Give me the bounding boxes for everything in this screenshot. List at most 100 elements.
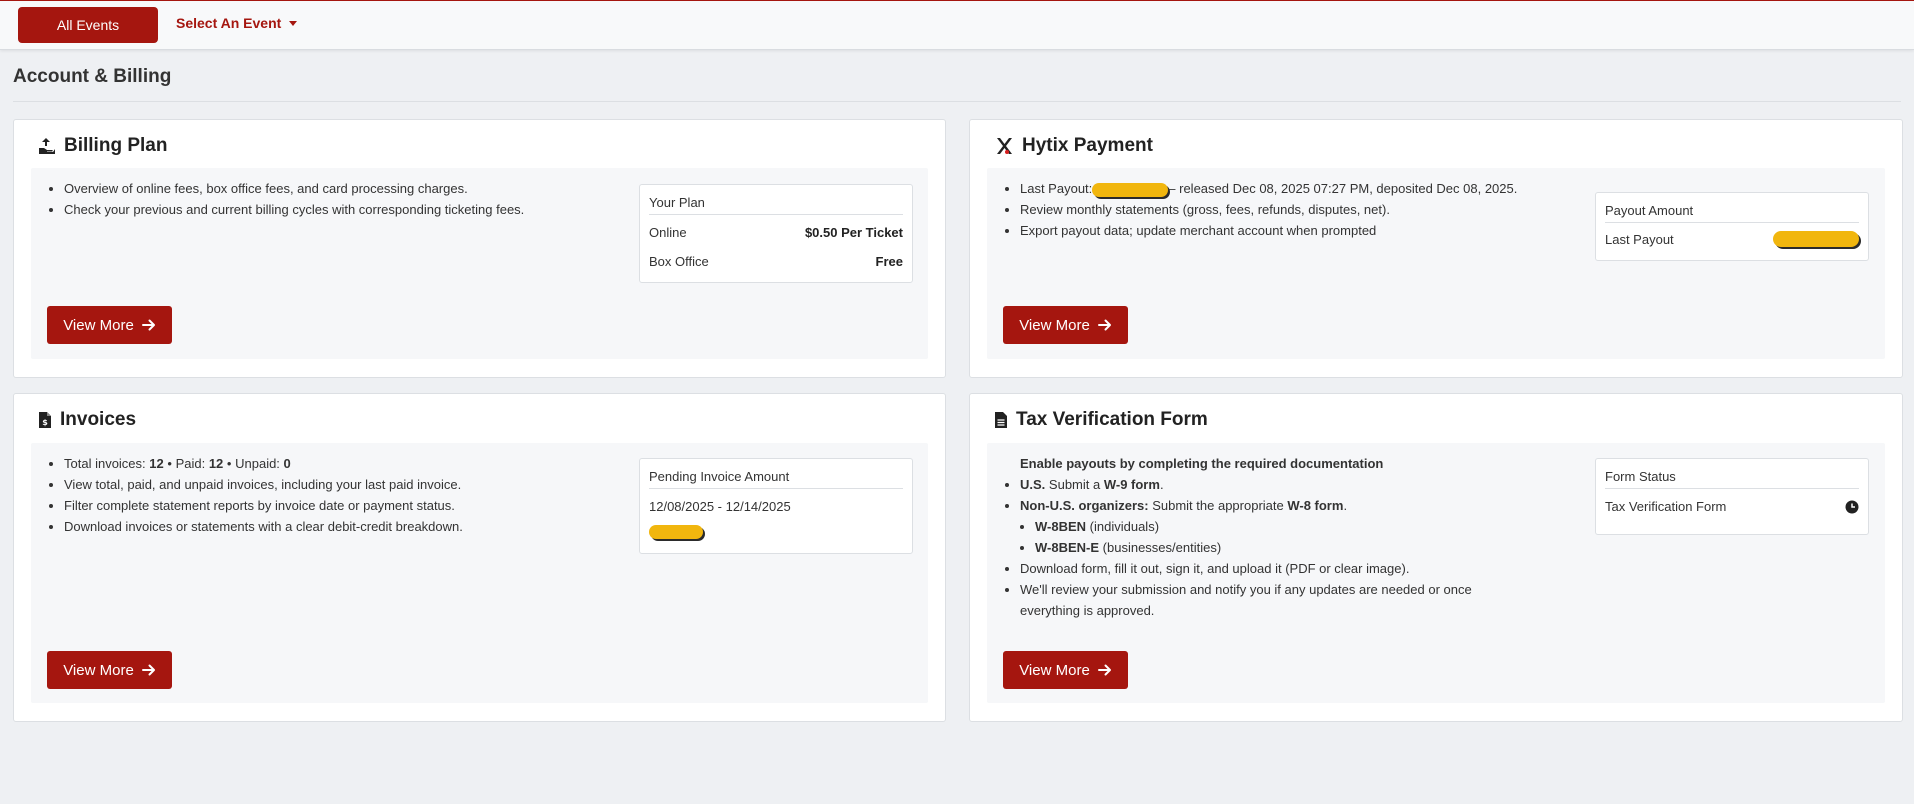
non-us-label: Non-U.S. organizers:: [1020, 498, 1149, 513]
separator: •: [226, 456, 232, 471]
plan-row-label: Online: [649, 225, 687, 240]
page-title: Account & Billing: [13, 66, 172, 87]
paid-value: 12: [208, 456, 224, 471]
button-label: View More: [1019, 316, 1090, 334]
top-navbar: All Events Select An Event: [0, 0, 1914, 50]
list-item: Download invoices or statements with a c…: [64, 516, 463, 537]
document-icon: [995, 412, 1007, 428]
your-plan-title: Your Plan: [649, 195, 903, 215]
form-status-label: Tax Verification Form: [1605, 499, 1727, 514]
us-end: .: [1159, 477, 1164, 492]
list-item-w8ben: W-8BEN (individuals): [1035, 516, 1520, 537]
tax-verification-title: Tax Verification Form: [1016, 409, 1208, 430]
total-invoices-label: Total invoices:: [64, 456, 146, 471]
pending-invoice-date-range: 12/08/2025 - 12/14/2025: [649, 499, 903, 514]
invoices-view-more-button[interactable]: View More: [47, 651, 172, 689]
list-item-totals: Total invoices: 12 • Paid: 12 • Unpaid: …: [64, 453, 463, 474]
list-item-non-us: Non-U.S. organizers: Submit the appropri…: [1020, 495, 1520, 558]
billing-plan-header: Billing Plan: [38, 135, 167, 157]
payout-amount-box: Payout Amount Last Payout: [1595, 192, 1869, 261]
payout-row: Last Payout: [1605, 231, 1859, 247]
invoices-title: Invoices: [60, 409, 137, 430]
list-item: Download form, fill it out, sign it, and…: [1020, 558, 1520, 579]
plan-row-value: $0.50 Per Ticket: [804, 225, 903, 240]
plan-row-online: Online $0.50 Per Ticket: [649, 225, 903, 240]
invoice-dollar-icon: $: [39, 412, 51, 428]
form-status-box: Form Status Tax Verification Form: [1595, 458, 1869, 535]
form-status-row: Tax Verification Form: [1605, 499, 1859, 514]
unpaid-value: 0: [283, 456, 291, 471]
svg-text:$: $: [42, 418, 48, 427]
invoices-header: $ Invoices: [38, 409, 136, 431]
redacted-payout-amount: [1092, 182, 1169, 197]
hytix-payment-title: Hytix Payment: [1022, 135, 1153, 156]
hytix-payment-body: Last Payout: – released Dec 08, 2025 07:2…: [987, 168, 1885, 359]
billing-view-more-button[interactable]: View More: [47, 306, 172, 344]
all-events-button[interactable]: All Events: [18, 7, 158, 43]
select-event-label: Select An Event: [176, 15, 282, 31]
list-item: Overview of online fees, box office fees…: [64, 178, 524, 199]
separator: •: [167, 456, 172, 471]
list-item: Review monthly statements (gross, fees, …: [1020, 199, 1517, 220]
form-code: W-8BEN-E: [1035, 540, 1100, 555]
list-item-last-payout: Last Payout: – released Dec 08, 2025 07:2…: [1020, 178, 1517, 199]
hand-holding-upload-icon: [39, 138, 55, 154]
form-code: W-8BEN: [1035, 519, 1087, 534]
tax-view-more-button[interactable]: View More: [1003, 651, 1128, 689]
button-label: View More: [1019, 661, 1090, 679]
plan-row-box-office: Box Office Free: [649, 254, 903, 269]
clock-icon: [1845, 500, 1859, 513]
select-event-dropdown[interactable]: Select An Event: [176, 15, 298, 31]
us-label: U.S.: [1020, 477, 1046, 492]
plan-row-label: Box Office: [649, 254, 709, 269]
arrow-right-icon: [1097, 664, 1111, 676]
list-item: View total, paid, and unpaid invoices, i…: [64, 474, 463, 495]
us-text: Submit a: [1048, 477, 1101, 492]
tax-verification-body: Enable payouts by completing the require…: [987, 443, 1885, 703]
list-item: Check your previous and current billing …: [64, 199, 524, 220]
non-us-end: .: [1343, 498, 1348, 513]
invoices-info-list: Total invoices: 12 • Paid: 12 • Unpaid: …: [47, 453, 463, 537]
arrow-right-icon: [1097, 319, 1111, 331]
list-item-w8bene: W-8BEN-E (businesses/entities): [1035, 537, 1520, 558]
arrow-right-icon: [141, 319, 155, 331]
list-item: Export payout data; update merchant acco…: [1020, 220, 1517, 241]
non-us-text: Submit the appropriate: [1152, 498, 1284, 513]
unpaid-label: Unpaid:: [235, 456, 280, 471]
date-range: 12/08/2025 - 12/14/2025: [649, 499, 791, 514]
non-us-form: W-8 form: [1287, 498, 1344, 513]
form-desc: (individuals): [1089, 519, 1160, 534]
tax-lead-text: Enable payouts by completing the require…: [1020, 456, 1384, 471]
last-payout-detail: – released Dec 08, 2025 07:27 PM, deposi…: [1168, 181, 1518, 196]
hytix-payment-header: Hytix Payment: [994, 135, 1153, 157]
pending-invoice-title: Pending Invoice Amount: [649, 469, 903, 489]
billing-plan-body: Overview of online fees, box office fees…: [31, 168, 928, 359]
hytix-payment-card: Hytix Payment Last Payout: – released Dec…: [969, 119, 1903, 378]
plan-row-value: Free: [875, 254, 903, 269]
hytix-x-icon: [997, 138, 1012, 154]
button-label: View More: [63, 661, 134, 679]
tax-info-list: Enable payouts by completing the require…: [1003, 453, 1520, 621]
invoices-body: Total invoices: 12 • Paid: 12 • Unpaid: …: [31, 443, 928, 703]
payout-amount-title: Payout Amount: [1605, 203, 1859, 223]
paid-label: Paid:: [175, 456, 206, 471]
payment-view-more-button[interactable]: View More: [1003, 306, 1128, 344]
billing-plan-card: Billing Plan Overview of online fees, bo…: [13, 119, 946, 378]
form-desc: (businesses/entities): [1102, 540, 1222, 555]
total-invoices-value: 12: [149, 456, 164, 471]
caret-down-icon: [289, 20, 298, 26]
billing-plan-info-list: Overview of online fees, box office fees…: [47, 178, 524, 220]
tax-verification-header: Tax Verification Form: [994, 409, 1208, 431]
us-form: W-9 form: [1103, 477, 1160, 492]
list-item: We'll review your submission and notify …: [1020, 579, 1520, 621]
billing-plan-title: Billing Plan: [64, 135, 168, 156]
payout-row-label: Last Payout: [1605, 231, 1674, 247]
form-status-title: Form Status: [1605, 469, 1859, 489]
list-item: Filter complete statement reports by inv…: [64, 495, 463, 516]
invoices-card: $ Invoices Total invoices: 12 • Paid: 12…: [13, 393, 946, 722]
pending-invoice-box: Pending Invoice Amount 12/08/2025 - 12/1…: [639, 458, 913, 554]
last-payout-label: Last Payout:: [1020, 181, 1093, 196]
your-plan-box: Your Plan Online $0.50 Per Ticket Box Of…: [639, 184, 913, 283]
w8-sublist: W-8BEN (individuals) W-8BEN-E (businesse…: [1020, 516, 1520, 558]
tax-verification-card: Tax Verification Form Enable payouts by …: [969, 393, 1903, 722]
